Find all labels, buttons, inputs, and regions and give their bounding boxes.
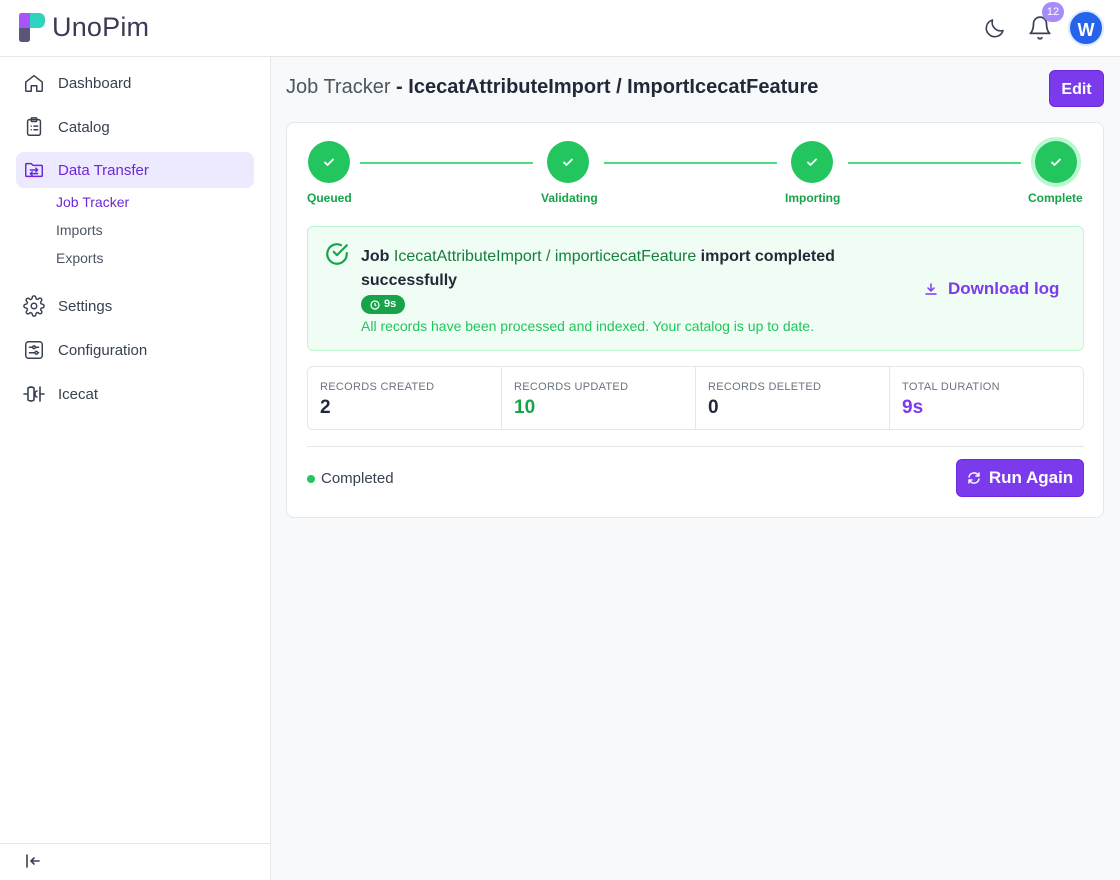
- stat-records-deleted: Records Deleted 0: [696, 367, 890, 429]
- stat-label: Records Deleted: [708, 381, 822, 393]
- job-status-label: Completed: [321, 470, 394, 487]
- page-title-job: IcecatAttributeImport / ImportIcecatFeat…: [408, 76, 819, 98]
- sidebar-item-label: Configuration: [58, 341, 148, 359]
- sidebar-item-label: Dashboard: [58, 74, 132, 92]
- status-dot-icon: [307, 474, 315, 483]
- sidebar-item-label: Icecat: [58, 385, 99, 403]
- collapse-sidebar-icon[interactable]: [24, 852, 42, 870]
- gear-icon: [22, 294, 46, 318]
- duration-badge: 9s: [361, 295, 406, 314]
- success-banner: Job IcecatAttributeImport / importicecat…: [307, 226, 1084, 351]
- step-label-queued: Queued: [307, 191, 352, 205]
- sliders-icon: [22, 338, 46, 362]
- sidebar-item-dashboard[interactable]: Dashboard: [16, 65, 254, 101]
- notification-badge: 12: [1042, 2, 1064, 22]
- download-icon: [925, 283, 937, 295]
- download-log-link[interactable]: Download log: [924, 279, 1059, 299]
- card-divider: [307, 446, 1084, 447]
- page-title-separator: -: [390, 76, 409, 98]
- page-title: Job Tracker - IcecatAttributeImport / Im…: [286, 76, 818, 99]
- step-connector: [848, 162, 1021, 164]
- stat-value: 9s: [902, 397, 924, 418]
- sidebar-subitem-job-tracker[interactable]: Job Tracker: [56, 194, 129, 210]
- sidebar-item-label: Catalog: [58, 118, 110, 136]
- step-importing-check-icon: [791, 141, 833, 183]
- stat-label: Records Created: [320, 381, 435, 393]
- success-message-prefix: Job: [361, 248, 394, 265]
- duration-badge-value: 9s: [384, 298, 397, 310]
- edit-button[interactable]: Edit: [1049, 70, 1104, 107]
- step-queued-check-icon: [308, 141, 350, 183]
- step-label-complete: Complete: [1028, 191, 1083, 205]
- success-subtext: All records have been processed and inde…: [361, 318, 814, 334]
- step-connector: [604, 162, 777, 164]
- stat-value: 2: [320, 397, 331, 418]
- home-icon: [22, 71, 46, 95]
- sidebar-item-catalog[interactable]: Catalog: [16, 109, 254, 145]
- clipboard-icon: [22, 115, 46, 139]
- sidebar-subitem-exports[interactable]: Exports: [56, 250, 103, 266]
- sidebar: Dashboard Catalog Data Transfer Job Trac…: [0, 57, 271, 880]
- job-status: Completed: [307, 470, 394, 487]
- job-card: Queued Validating Importing Complete Job…: [286, 122, 1104, 518]
- stat-value: 10: [514, 397, 536, 418]
- sidebar-item-configuration[interactable]: Configuration: [16, 332, 254, 368]
- step-validating-check-icon: [547, 141, 589, 183]
- stat-records-updated: Records Updated 10: [502, 367, 696, 429]
- sidebar-item-label: Settings: [58, 297, 113, 315]
- page-title-prefix: Job Tracker: [286, 76, 391, 98]
- run-again-button[interactable]: Run Again: [956, 459, 1084, 497]
- sidebar-item-icecat[interactable]: Icecat: [16, 376, 254, 412]
- success-message: Job IcecatAttributeImport / importicecat…: [361, 245, 881, 293]
- app-logo[interactable]: UnoPim: [16, 12, 149, 43]
- stat-total-duration: Total Duration 9s: [890, 367, 1083, 429]
- run-again-label: Run Again: [988, 468, 1074, 487]
- sidebar-item-label: Data Transfer: [58, 161, 149, 179]
- sidebar-item-settings[interactable]: Settings: [16, 288, 254, 324]
- sidebar-collapse-bar: [0, 843, 270, 880]
- stat-records-created: Records Created 2: [308, 367, 502, 429]
- stat-label: Total Duration: [902, 381, 1000, 393]
- step-connector: [360, 162, 533, 164]
- sidebar-subitem-imports[interactable]: Imports: [56, 222, 103, 238]
- icecat-icon: [22, 382, 46, 406]
- app-name: UnoPim: [52, 12, 150, 42]
- sidebar-item-data-transfer[interactable]: Data Transfer: [16, 152, 254, 188]
- user-avatar[interactable]: W: [1068, 10, 1104, 46]
- stat-value: 0: [708, 397, 719, 418]
- clock-icon: [370, 299, 380, 310]
- success-job-name: IcecatAttributeImport / importicecatFeat…: [393, 248, 697, 265]
- top-bar: UnoPim 12 W: [0, 0, 1120, 57]
- check-circle-icon: [326, 243, 348, 265]
- step-label-validating: Validating: [541, 191, 598, 205]
- step-label-importing: Importing: [785, 191, 841, 205]
- refresh-icon: [968, 472, 980, 484]
- stat-label: Records Updated: [514, 381, 629, 393]
- step-complete-check-icon: [1035, 141, 1077, 183]
- unopim-logo-icon: [19, 13, 45, 42]
- folder-transfer-icon: [22, 158, 46, 182]
- download-log-label: Download log: [948, 279, 1060, 298]
- stats-row: Records Created 2 Records Updated 10 Rec…: [307, 366, 1084, 430]
- moon-icon[interactable]: [983, 16, 1007, 40]
